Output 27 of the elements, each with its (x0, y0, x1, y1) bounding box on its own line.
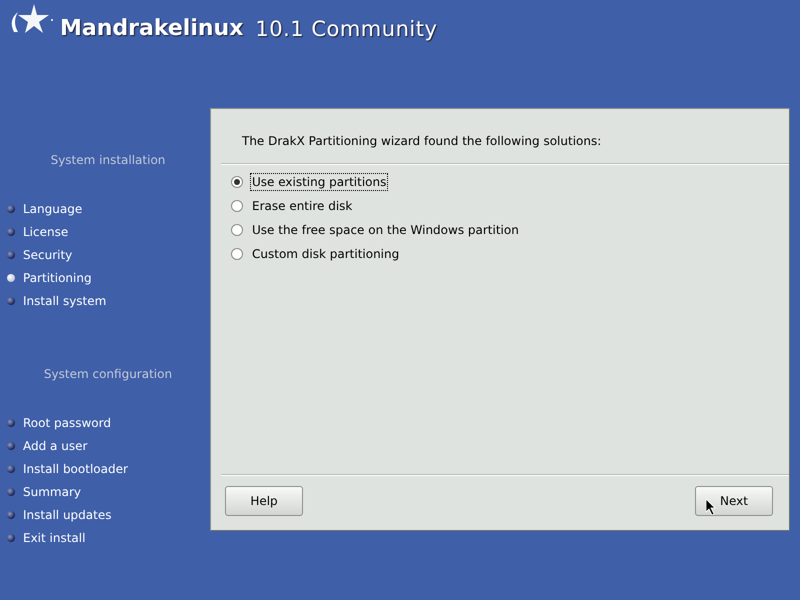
option-label[interactable]: Erase entire disk (250, 197, 354, 215)
wizard-message: The DrakX Partitioning wizard found the following solutions: (242, 134, 602, 150)
next-button[interactable]: Next (695, 486, 773, 516)
option-label[interactable]: Use the free space on the Windows partition (250, 221, 521, 239)
step-label: Install system (23, 294, 106, 308)
step-label: License (23, 224, 68, 238)
help-button[interactable]: Help (225, 486, 303, 516)
step-label: Install bootloader (23, 462, 128, 476)
step-label: Exit install (23, 530, 86, 544)
step-label: Language (23, 202, 82, 216)
radio-button[interactable] (231, 248, 243, 260)
step-label: Summary (23, 484, 81, 498)
cursor-icon (706, 499, 716, 515)
section-title: System configuration (42, 366, 174, 383)
version-title: 10.1 Community (255, 17, 438, 41)
option-label[interactable]: Use existing partitions (250, 173, 388, 191)
step-label: Root password (23, 416, 111, 430)
option-label[interactable]: Custom disk partitioning (250, 245, 402, 263)
step-label: Security (23, 248, 72, 262)
step-label: Partitioning (23, 270, 92, 284)
brand-name: Mandrakelinux (60, 16, 244, 41)
section-title: System installation (50, 152, 166, 169)
radio-button[interactable] (231, 224, 243, 236)
radio-button[interactable] (231, 200, 243, 212)
radio-button[interactable] (231, 176, 243, 188)
step-label: Add a user (23, 438, 88, 452)
step-label: Install updates (23, 508, 112, 522)
